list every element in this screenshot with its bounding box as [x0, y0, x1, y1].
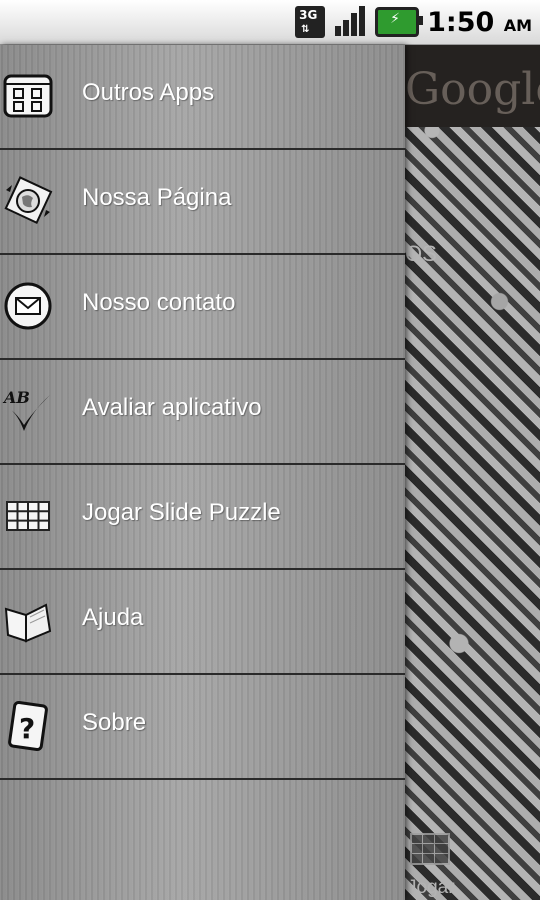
clock: 1:50 AM — [427, 7, 532, 38]
menu-item-nossa-pagina[interactable]: Nossa Página — [0, 150, 405, 255]
apps-grid-icon — [3, 74, 53, 118]
svg-text:?: ? — [19, 712, 35, 745]
navigation-drawer: Outros Apps Nossa Página Nosso contato A… — [0, 45, 405, 900]
menu-item-label: Nosso contato — [82, 289, 236, 316]
menu-item-label: Nossa Página — [82, 184, 232, 211]
status-icons: 3G ⇅ ⚡ 1:50 AM — [295, 4, 532, 40]
rate-checkmark-icon: AB — [2, 388, 50, 431]
status-bar: 3G ⇅ ⚡ 1:50 AM — [0, 0, 540, 45]
network-3g-icon: 3G ⇅ — [295, 6, 326, 38]
menu-item-label: Jogar Slide Puzzle — [82, 499, 281, 526]
envelope-icon — [4, 282, 52, 330]
menu-item-avaliar-aplicativo[interactable]: AB Avaliar aplicativo — [0, 360, 405, 465]
clock-time: 1:50 — [427, 6, 495, 38]
menu-item-outros-apps[interactable]: Outros Apps — [0, 45, 405, 150]
clock-ampm: AM — [503, 15, 532, 35]
menu-item-label: Avaliar aplicativo — [82, 394, 262, 421]
menu-item-nosso-contato[interactable]: Nosso contato — [0, 255, 405, 360]
svg-text:AB: AB — [2, 388, 30, 407]
background-app: Google OS Jogar — [405, 45, 540, 900]
question-card-icon: ? — [8, 701, 48, 751]
network-type-label: 3G — [299, 8, 318, 22]
menu-item-ajuda[interactable]: Ajuda — [0, 570, 405, 675]
book-icon — [4, 603, 52, 643]
menu-item-jogar-slide-puzzle[interactable]: Jogar Slide Puzzle — [0, 465, 405, 570]
puzzle-grid-icon — [6, 501, 50, 531]
menu-item-label: Sobre — [82, 709, 147, 736]
battery-charging-icon: ⚡ — [375, 7, 424, 37]
menu-item-label: Ajuda — [82, 604, 144, 631]
menu-item-sobre[interactable]: ? Sobre — [0, 675, 405, 780]
menu-item-label: Outros Apps — [82, 79, 215, 106]
signal-strength-icon — [333, 6, 367, 38]
globe-icon — [4, 176, 53, 225]
